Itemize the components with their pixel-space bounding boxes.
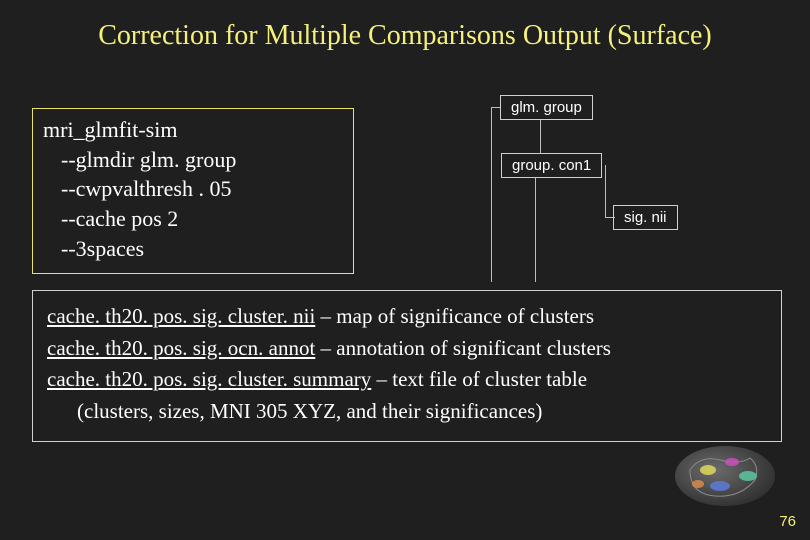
slide-title: Correction for Multiple Comparisons Outp… (0, 20, 810, 52)
diagram-node-glm-group: glm. group (500, 95, 593, 120)
command-arg: --glmdir glm. group (43, 145, 343, 175)
command-arg: --cache pos 2 (43, 204, 343, 234)
diagram-node-group-con1: group. con1 (501, 153, 602, 178)
command-arg: --cwpvalthresh . 05 (43, 174, 343, 204)
command-box: mri_glmfit-sim --glmdir glm. group --cwp… (32, 108, 354, 274)
output-file: cache. th20. pos. sig. cluster. summary (47, 367, 371, 391)
page-number: 76 (779, 513, 796, 530)
output-subline: (clusters, sizes, MNI 305 XYZ, and their… (47, 396, 767, 428)
command-name: mri_glmfit-sim (43, 117, 177, 142)
directory-diagram: glm. group group. con1 sig. nii (395, 95, 755, 270)
output-desc: – annotation of significant clusters (315, 336, 611, 360)
output-desc: – map of significance of clusters (315, 304, 594, 328)
output-desc: – text file of cluster table (371, 367, 587, 391)
output-line: cache. th20. pos. sig. ocn. annot – anno… (47, 333, 767, 365)
brain-thumbnail-icon (670, 440, 780, 510)
output-line: cache. th20. pos. sig. cluster. summary … (47, 364, 767, 396)
outputs-box: cache. th20. pos. sig. cluster. nii – ma… (32, 290, 782, 442)
output-file: cache. th20. pos. sig. cluster. nii (47, 304, 315, 328)
output-file: cache. th20. pos. sig. ocn. annot (47, 336, 315, 360)
output-line: cache. th20. pos. sig. cluster. nii – ma… (47, 301, 767, 333)
command-arg: --3spaces (43, 234, 343, 264)
diagram-node-sig-nii: sig. nii (613, 205, 678, 230)
